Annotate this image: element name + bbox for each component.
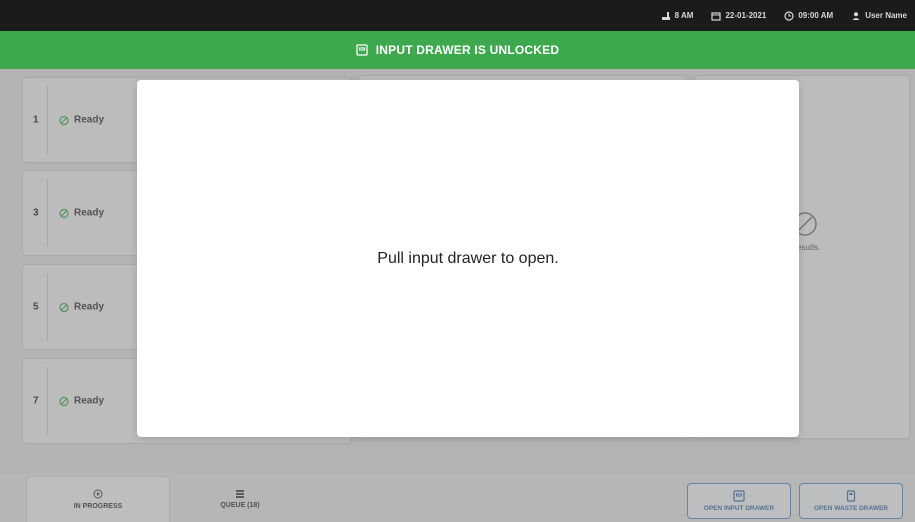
drawer-unlocked-banner: INPUT DRAWER IS UNLOCKED <box>0 31 915 69</box>
status-date: 22-01-2021 <box>711 11 766 21</box>
date-text: 22-01-2021 <box>725 11 767 20</box>
drawer-modal: Pull input drawer to open. <box>137 80 799 437</box>
temperature-text: 8 AM <box>674 11 694 20</box>
time-text: 09:00 AM <box>798 11 834 20</box>
thermometer-icon <box>661 11 670 20</box>
status-time: 09:00 AM <box>784 10 834 21</box>
user-menu[interactable]: User Name <box>851 11 907 21</box>
user-icon <box>852 11 860 20</box>
drawer-icon <box>356 44 368 56</box>
banner-text: INPUT DRAWER IS UNLOCKED <box>375 43 560 57</box>
modal-message: Pull input drawer to open. <box>377 249 559 267</box>
user-name: User Name <box>865 11 907 20</box>
status-temperature: 8 AM <box>661 11 694 21</box>
calendar-icon <box>711 11 722 21</box>
clock-icon <box>784 10 794 21</box>
status-bar: 8 AM 22-01-2021 09:00 AM User Name <box>0 0 915 31</box>
